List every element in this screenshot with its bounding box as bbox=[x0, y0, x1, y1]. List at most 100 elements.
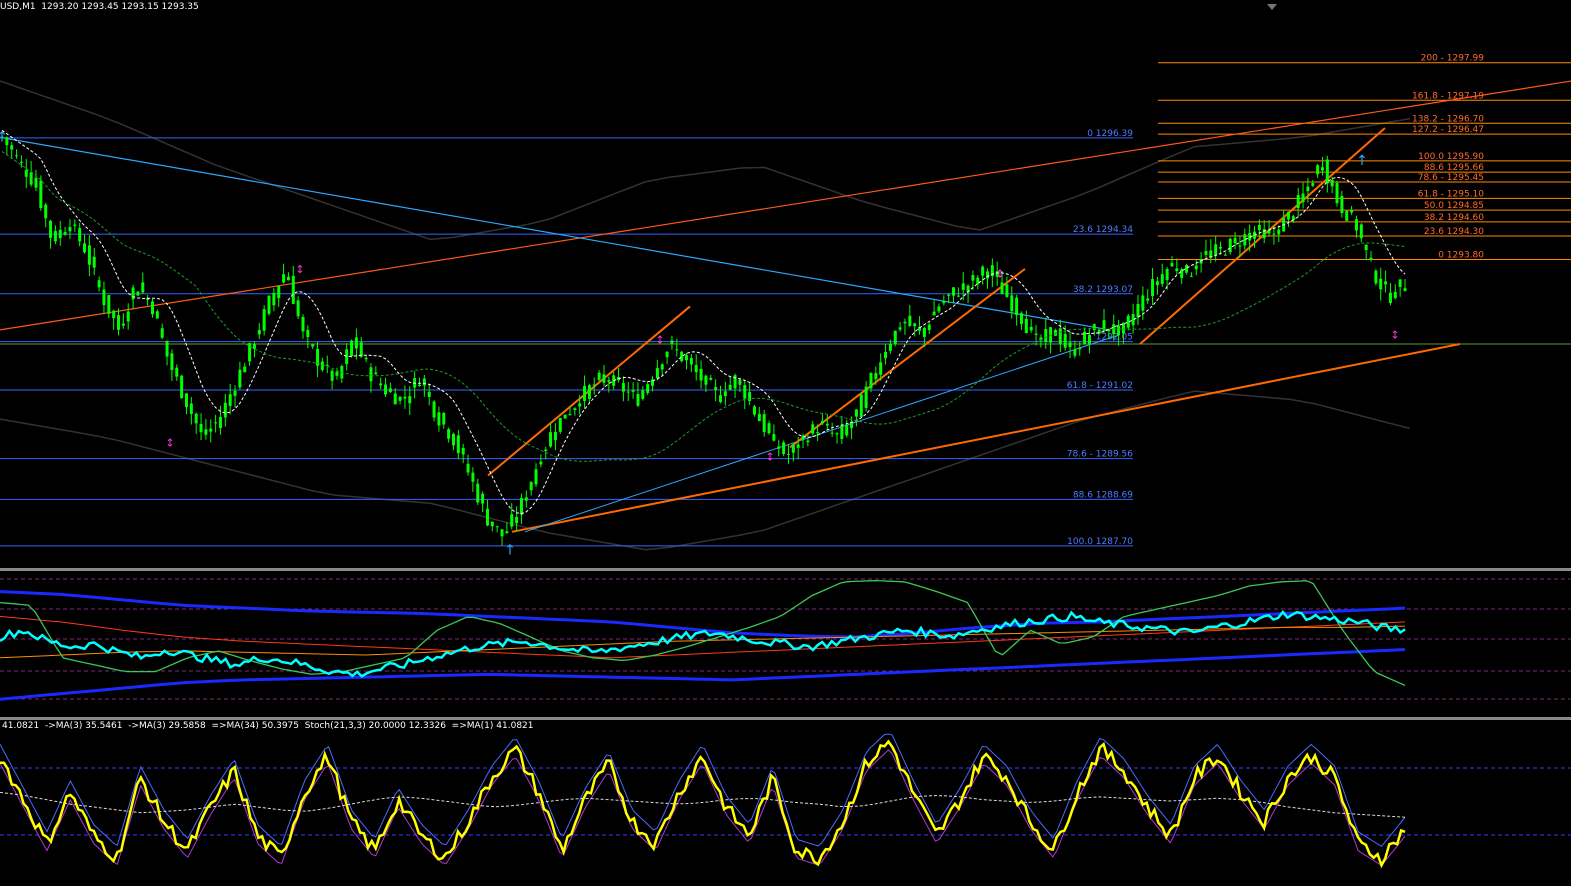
candle-body bbox=[447, 429, 451, 439]
candle-body bbox=[83, 243, 87, 253]
candle-body bbox=[879, 362, 883, 375]
fib-label-left: 38.2 1293.07 bbox=[1073, 285, 1133, 295]
stoch-header: 41.0821 ->MA(3) 35.5461 ->MA(3) 29.5858 … bbox=[2, 721, 534, 731]
fib-label-right: 138.2 - 1296.70 bbox=[1412, 114, 1484, 124]
candle-body bbox=[539, 461, 543, 465]
candle-body bbox=[24, 169, 28, 177]
candle-body bbox=[19, 161, 23, 163]
candle-body bbox=[782, 442, 786, 455]
indicator-pane-1[interactable] bbox=[0, 571, 1571, 717]
oscillator-line bbox=[0, 610, 1406, 678]
band-upper bbox=[0, 590, 1406, 639]
candle-body bbox=[927, 324, 931, 331]
candle-body bbox=[160, 328, 164, 338]
candle-body bbox=[403, 396, 407, 399]
candle-body bbox=[1015, 297, 1019, 316]
candle-body bbox=[466, 463, 470, 473]
fib-label-right: 23.6 1294.30 bbox=[1424, 227, 1484, 237]
candle-body bbox=[223, 402, 227, 418]
candle-body bbox=[718, 395, 722, 402]
candle-body bbox=[1403, 288, 1407, 291]
candle-body bbox=[699, 368, 703, 381]
chart-shift-marker[interactable] bbox=[1267, 4, 1277, 10]
candle-body bbox=[937, 306, 941, 312]
candle-body bbox=[762, 414, 766, 433]
trend-support-line bbox=[511, 343, 1461, 533]
candle-body bbox=[592, 384, 596, 386]
candle-body bbox=[806, 440, 810, 443]
candle-body bbox=[670, 340, 674, 344]
candle-body bbox=[1233, 237, 1237, 244]
candle-body bbox=[1204, 251, 1208, 255]
candle-body bbox=[1044, 329, 1048, 343]
candle-body bbox=[738, 380, 742, 385]
candle-body bbox=[1078, 348, 1082, 350]
candle-body bbox=[1277, 229, 1281, 235]
candle-body bbox=[1000, 282, 1004, 294]
candle-body bbox=[1306, 186, 1310, 192]
candle-body bbox=[388, 388, 392, 392]
candle-body bbox=[1320, 167, 1324, 171]
candle-body bbox=[1189, 275, 1193, 277]
candle-body bbox=[471, 472, 475, 482]
candle-body bbox=[1073, 349, 1077, 356]
candle-body bbox=[714, 387, 718, 391]
candle-body bbox=[63, 232, 67, 235]
candle-body bbox=[985, 271, 989, 279]
candle-body bbox=[1374, 270, 1378, 284]
candle-body bbox=[39, 180, 43, 209]
candle-body bbox=[165, 340, 169, 357]
candle-body bbox=[772, 434, 776, 441]
candle-body bbox=[743, 385, 747, 399]
candle-body bbox=[107, 295, 111, 314]
candle-body bbox=[136, 291, 140, 296]
candle-body bbox=[553, 432, 557, 441]
candle-body bbox=[248, 343, 252, 362]
candle-body bbox=[44, 204, 48, 219]
candle-body bbox=[1272, 233, 1276, 235]
candle-body bbox=[655, 368, 659, 379]
candle-body bbox=[34, 177, 38, 188]
candle-body bbox=[956, 295, 960, 297]
candle-body bbox=[631, 390, 635, 392]
candle-body bbox=[694, 364, 698, 373]
candle-body bbox=[325, 364, 329, 366]
candle-body bbox=[422, 378, 426, 386]
candle-body bbox=[942, 301, 946, 304]
candle-body bbox=[282, 274, 286, 283]
candle-body bbox=[908, 315, 912, 326]
candle-body bbox=[1068, 342, 1072, 348]
candle-body bbox=[476, 483, 480, 503]
candle-body bbox=[558, 417, 562, 432]
stoch-pane[interactable]: 41.0821 ->MA(3) 35.5461 ->MA(3) 29.5858 … bbox=[0, 720, 1571, 886]
candle-body bbox=[587, 385, 591, 399]
candle-body bbox=[485, 508, 489, 526]
candle-body bbox=[1388, 292, 1392, 304]
candle-body bbox=[767, 423, 771, 434]
candle-body bbox=[1359, 224, 1363, 239]
candle-body bbox=[126, 311, 130, 322]
candle-body bbox=[1354, 219, 1358, 231]
candle-body bbox=[1223, 254, 1227, 256]
candle-body bbox=[1136, 303, 1140, 318]
candle-body bbox=[874, 373, 878, 380]
candle-body bbox=[1194, 265, 1198, 270]
candle-body bbox=[1384, 281, 1388, 285]
candle-body bbox=[228, 394, 232, 406]
fib-label-right: 200 - 1297.99 bbox=[1421, 54, 1485, 64]
candle-body bbox=[58, 229, 62, 239]
candle-body bbox=[1170, 263, 1174, 267]
candle-body bbox=[1316, 165, 1320, 175]
candle-body bbox=[1267, 230, 1271, 234]
candle-body bbox=[884, 352, 888, 359]
price-pane[interactable]: 0 1296.39 23.6 1294.34 38.2 1293.07 1292.05… bbox=[0, 0, 1571, 568]
fib-label-right: 127.2 - 1296.47 bbox=[1412, 125, 1484, 135]
candle-body bbox=[277, 285, 281, 299]
candle-body bbox=[262, 309, 266, 331]
candle-body bbox=[456, 435, 460, 454]
candle-body bbox=[1364, 244, 1368, 251]
candle-body bbox=[112, 310, 116, 319]
candle-body bbox=[568, 414, 572, 416]
candle-body bbox=[291, 275, 295, 304]
candle-body bbox=[665, 351, 669, 358]
